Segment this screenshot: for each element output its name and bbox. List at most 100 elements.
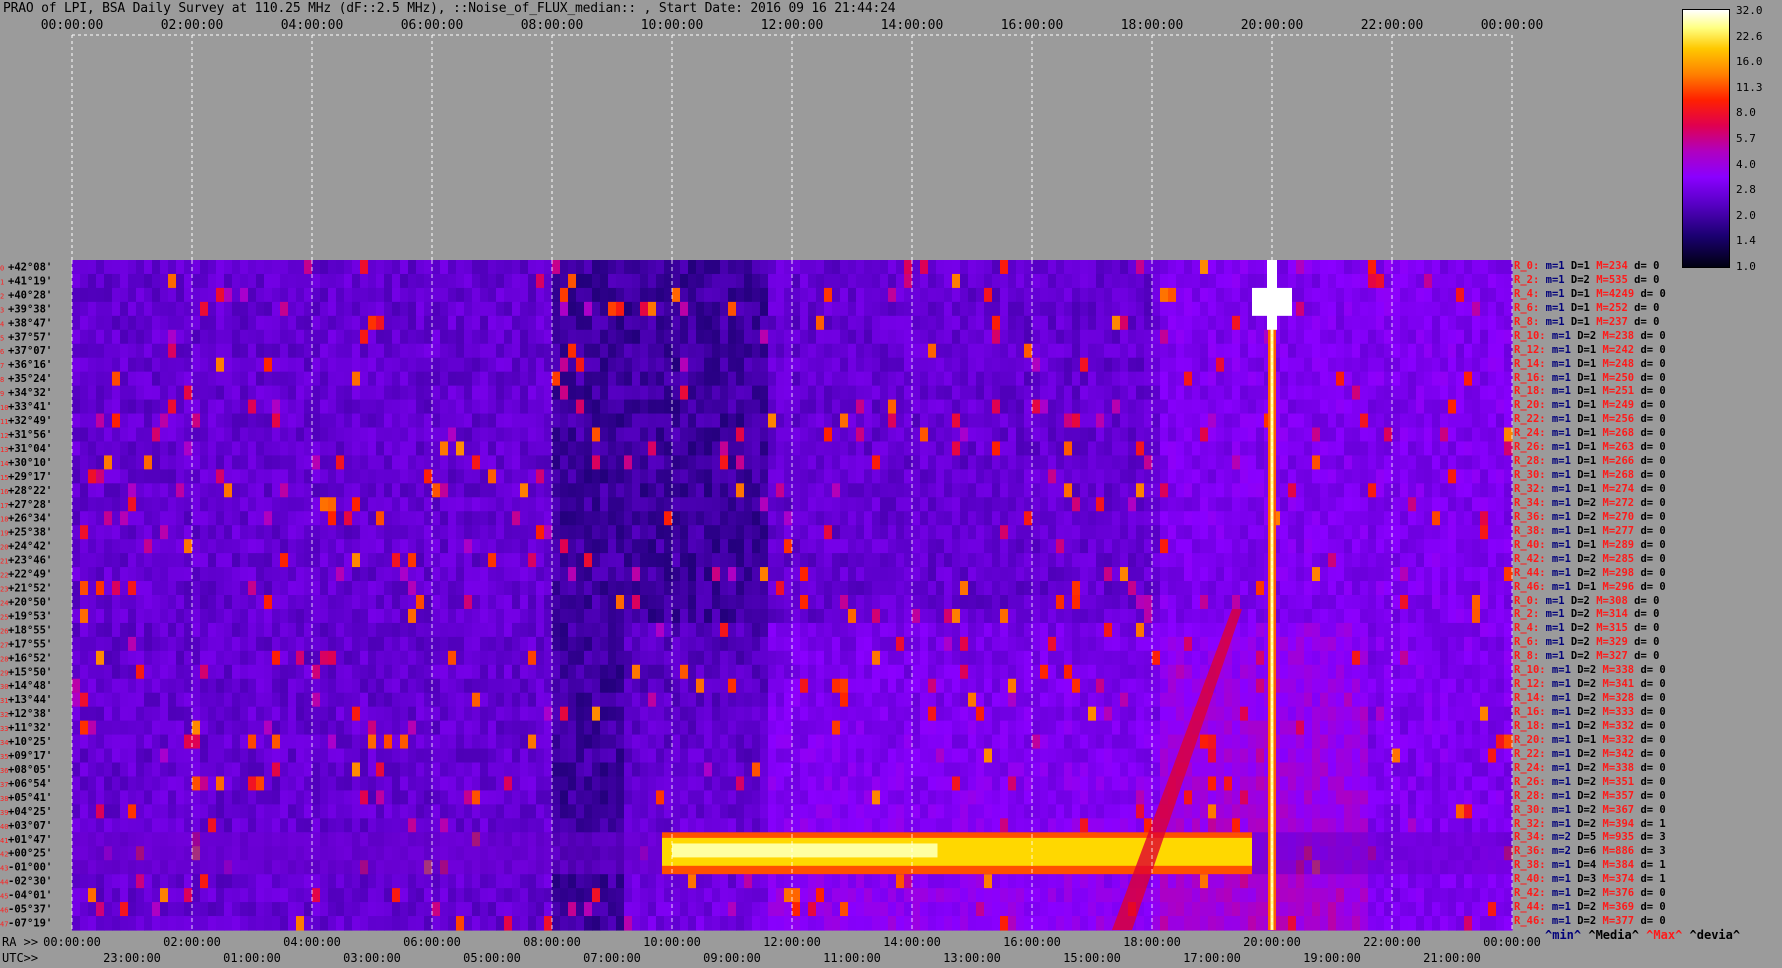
heatmap-cell: [992, 469, 1001, 484]
heatmap-cell: [1024, 371, 1033, 387]
heatmap-cell: [96, 539, 105, 554]
heatmap-cell: [360, 427, 369, 443]
heatmap-cell: [1016, 553, 1025, 568]
heatmap-cell: [840, 287, 849, 303]
heatmap-cell: [1312, 315, 1321, 331]
heatmap-cell: [1120, 497, 1129, 512]
heatmap-cell: [792, 315, 801, 331]
heatmap-cell: [1320, 511, 1329, 526]
heatmap-cell: [720, 357, 729, 373]
heatmap-cell: [416, 636, 425, 652]
heatmap-cell: [840, 371, 849, 387]
heatmap-cell: [456, 455, 465, 470]
heatmap-cell: [800, 441, 809, 457]
heatmap-cell: [1184, 357, 1193, 373]
heatmap-cell: [1080, 483, 1089, 498]
heatmap-cell: [504, 343, 513, 359]
heatmap-cell: [840, 385, 849, 401]
heatmap-cell: [560, 441, 569, 457]
heatmap-cell: [928, 469, 937, 484]
heatmap-cell: [1152, 329, 1161, 345]
heatmap-cell: [872, 455, 881, 470]
heatmap-cell: [328, 553, 337, 568]
heatmap-cell: [1376, 260, 1385, 275]
heatmap-cell: [632, 636, 641, 652]
heatmap-cell: [464, 455, 473, 470]
heatmap-cell: [104, 622, 113, 638]
heatmap-cell: [88, 329, 97, 345]
heatmap-cell: [296, 483, 305, 498]
heatmap-cell: [928, 343, 937, 359]
heatmap-cell: [360, 287, 369, 303]
heatmap-cell: [464, 636, 473, 652]
heatmap-cell: [640, 622, 649, 638]
heatmap-cell: [88, 567, 97, 582]
heatmap-cell: [952, 581, 961, 596]
heatmap-cell: [296, 357, 305, 373]
heatmap-cell: [784, 636, 793, 652]
heatmap-cell: [496, 553, 505, 568]
heatmap-cell: [576, 483, 585, 498]
heatmap-cell: [1320, 315, 1329, 331]
heatmap-cell: [952, 608, 961, 624]
heatmap-cell: [336, 469, 345, 484]
heatmap-cell: [1424, 301, 1433, 317]
heatmap-cell: [984, 525, 993, 540]
heatmap-cell: [928, 427, 937, 443]
heatmap-cell: [720, 343, 729, 359]
heatmap-cell: [432, 525, 441, 540]
heatmap-cell: [136, 539, 145, 554]
heatmap-cell: [1408, 287, 1417, 303]
heatmap-cell: [584, 511, 593, 526]
heatmap-cell: [1488, 483, 1497, 498]
heatmap-cell: [1328, 525, 1337, 540]
heatmap-cell: [352, 608, 361, 624]
heatmap-cell: [952, 595, 961, 610]
heatmap-cell: [296, 622, 305, 638]
heatmap-cell: [1144, 553, 1153, 568]
heatmap-cell: [520, 329, 529, 345]
heatmap-cell: [248, 511, 257, 526]
heatmap-cell: [600, 469, 609, 484]
heatmap-cell: [544, 497, 553, 512]
heatmap-cell: [1424, 595, 1433, 610]
heatmap-cell: [1072, 371, 1081, 387]
heatmap-cell: [216, 315, 225, 331]
heatmap-cell: [872, 553, 881, 568]
heatmap-cell: [1344, 413, 1353, 429]
heatmap-cell: [1064, 539, 1073, 554]
heatmap-cell: [640, 260, 649, 275]
heatmap-cell: [72, 608, 81, 624]
heatmap-cell: [1376, 511, 1385, 526]
heatmap-cell: [1448, 301, 1457, 317]
heatmap-cell: [1208, 371, 1217, 387]
heatmap-cell: [736, 343, 745, 359]
heatmap-cell: [680, 329, 689, 345]
heatmap-cell: [136, 343, 145, 359]
heatmap-cell: [664, 622, 673, 638]
heatmap-cell: [776, 469, 785, 484]
heatmap-cell: [800, 539, 809, 554]
heatmap-cell: [936, 315, 945, 331]
heatmap-cell: [384, 301, 393, 317]
heatmap-cell: [1240, 427, 1249, 443]
heatmap-cell: [1104, 441, 1113, 457]
heatmap-cell: [1304, 581, 1313, 596]
heatmap-cell: [1360, 301, 1369, 317]
heatmap-cell: [360, 608, 369, 624]
heatmap-cell: [144, 441, 153, 457]
heatmap-cell: [744, 567, 753, 582]
heatmap-cell: [776, 315, 785, 331]
heatmap-cell: [704, 301, 713, 317]
heatmap-cell: [1104, 525, 1113, 540]
heatmap-cell: [416, 469, 425, 484]
heatmap-cell: [976, 441, 985, 457]
heatmap-cell: [584, 567, 593, 582]
heatmap-cell: [264, 329, 273, 345]
heatmap-cell: [72, 567, 81, 582]
heatmap-cell: [680, 301, 689, 317]
heatmap-cell: [688, 441, 697, 457]
heatmap-cell: [320, 595, 329, 610]
heatmap-cell: [1352, 357, 1361, 373]
heatmap-cell: [1496, 497, 1505, 512]
